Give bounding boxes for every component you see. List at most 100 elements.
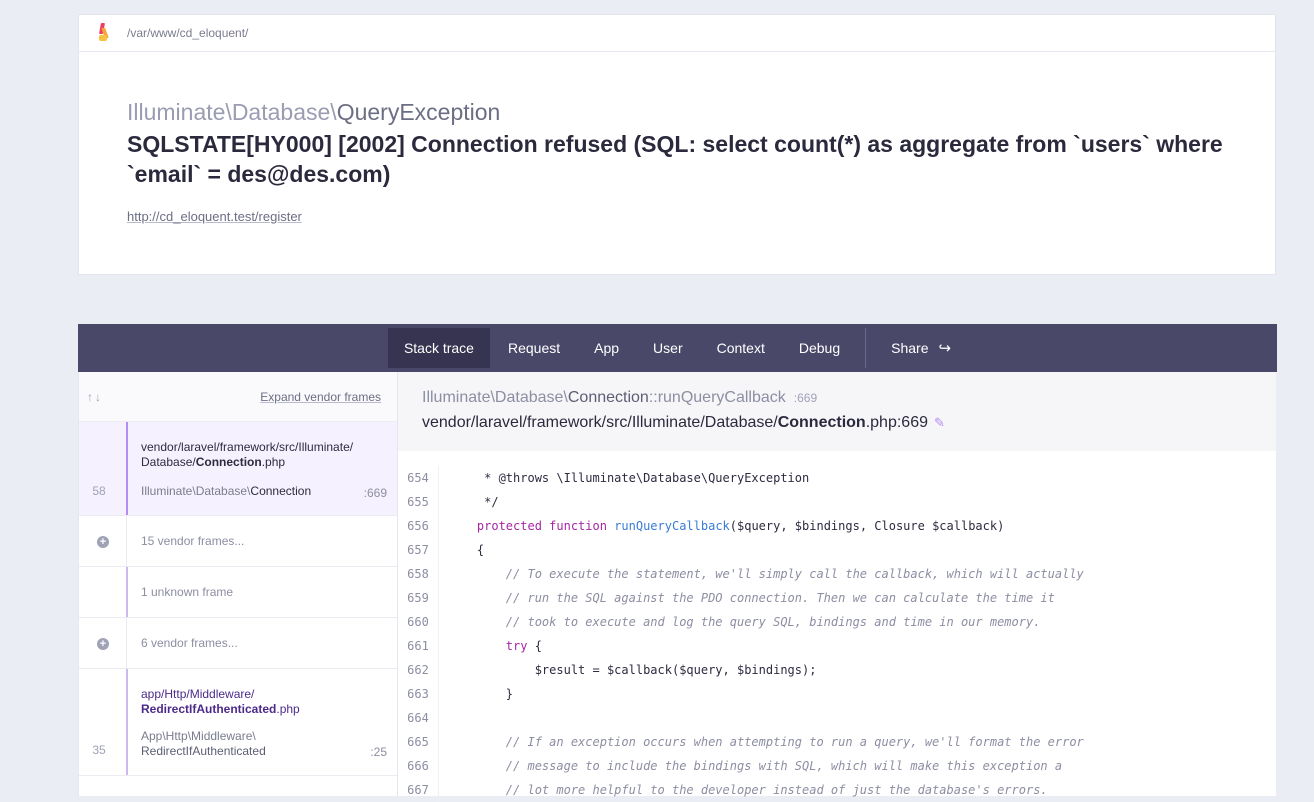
line-number: 658	[407, 567, 429, 581]
frame-file-path: app/Http/Middleware/ RedirectIfAuthentic…	[141, 687, 300, 717]
frame-file-ext: .php	[261, 455, 286, 469]
frame-file-ext: .php	[276, 702, 300, 716]
code-line: 666 // message to include the bindings w…	[398, 754, 1276, 778]
code-text: // message to include the bindings with …	[448, 759, 1063, 773]
code-line: 655 */	[398, 490, 1276, 514]
code-text: protected function runQueryCallback($que…	[476, 519, 1005, 533]
frame-method: Illuminate\Database\Connection::runQuery…	[422, 389, 1276, 407]
frame-marker	[126, 516, 127, 566]
line-number: 665	[407, 735, 429, 749]
detail-class-namespace: Illuminate\Database\	[422, 389, 568, 406]
code-text: * @throws \Illuminate\Database\QueryExce…	[448, 471, 810, 485]
frame-class-name: Connection	[250, 484, 312, 498]
code-line: 663 }	[398, 682, 1276, 706]
keyword: protected function	[476, 519, 607, 533]
line-number: 659	[407, 591, 429, 605]
tab-context[interactable]: Context	[701, 328, 781, 368]
detail-file-dir: vendor/laravel/framework/src/Illuminate/…	[422, 414, 778, 431]
frame-class: App\Http\Middleware\ RedirectIfAuthentic…	[141, 729, 266, 759]
frame-class-namespace: App\Http\Middleware\	[141, 729, 256, 743]
frame-marker	[126, 618, 127, 668]
code-gutter	[438, 466, 439, 802]
line-number: 654	[407, 471, 429, 485]
code-line: 654 * @throws \Illuminate\Database\Query…	[398, 466, 1276, 490]
tab-bar: Stack trace Request App User Context Deb…	[78, 324, 1277, 372]
expand-plus-icon: +	[97, 536, 109, 548]
frame-class-namespace: Illuminate\Database\	[141, 484, 251, 498]
frame-path-dir: Database/	[141, 455, 196, 469]
code-line: 659 // run the SQL against the PDO conne…	[398, 586, 1276, 610]
exception-title: Illuminate\Database\QueryException	[127, 99, 500, 126]
frame-class: Illuminate\Database\Connection	[141, 484, 311, 499]
line-number: 667	[407, 783, 429, 797]
line-number: 666	[407, 759, 429, 773]
tab-debug[interactable]: Debug	[783, 328, 856, 368]
frame-path-line1: app/Http/Middleware/	[141, 687, 255, 701]
line-number: 661	[407, 639, 429, 653]
code-line: 662 $result = $callback($query, $binding…	[398, 658, 1276, 682]
share-arrow-icon: ↪	[938, 340, 952, 357]
vendor-frames-label: 6 vendor frames...	[141, 636, 238, 650]
frame-detail-header: Illuminate\Database\Connection::runQuery…	[398, 372, 1276, 451]
code-line: 657 {	[398, 538, 1276, 562]
stack-frame-selected[interactable]: vendor/laravel/framework/src/Illuminate/…	[79, 422, 397, 516]
code-line: 660 // took to execute and log the query…	[398, 610, 1276, 634]
frame-file-name: Connection	[195, 455, 262, 469]
exception-class: QueryException	[336, 99, 501, 125]
code-line: 658 // To execute the statement, we'll s…	[398, 562, 1276, 586]
code-text: try {	[505, 639, 542, 653]
frame-line-number: :25	[370, 745, 387, 759]
tab-user[interactable]: User	[637, 328, 699, 368]
frame-file-name: RedirectIfAuthenticated	[141, 702, 277, 716]
tab-app[interactable]: App	[578, 328, 635, 368]
code-text: $result = $callback($query, $bindings);	[448, 663, 817, 677]
line-number: 662	[407, 663, 429, 677]
frame-marker	[126, 567, 128, 617]
frame-marker	[126, 669, 128, 775]
code-text: }	[448, 687, 514, 701]
code-snippet: 654 * @throws \Illuminate\Database\Query…	[398, 466, 1276, 802]
detail-class-name: Connection	[567, 389, 649, 406]
ignition-logo-icon	[97, 23, 111, 43]
detail-line: :669	[793, 391, 818, 405]
stack-frame-app[interactable]: app/Http/Middleware/ RedirectIfAuthentic…	[79, 669, 397, 776]
vendor-frames-group[interactable]: + 15 vendor frames...	[79, 516, 397, 567]
frame-file-path: vendor/laravel/framework/src/Illuminate/…	[141, 440, 353, 470]
sidebar-header: ↑↓ Expand vendor frames	[79, 372, 397, 422]
line-number: 657	[407, 543, 429, 557]
code-text: // If an exception occurs when attemptin…	[448, 735, 1084, 749]
line-number: 664	[407, 711, 429, 725]
code-text: */	[448, 495, 499, 509]
error-summary-card: /var/www/cd_eloquent/ Illuminate\Databas…	[78, 14, 1276, 275]
expand-vendor-frames-link[interactable]: Expand vendor frames	[260, 390, 381, 404]
tab-request[interactable]: Request	[492, 328, 576, 368]
share-label: Share	[891, 340, 929, 356]
code-text: {	[448, 543, 485, 557]
vendor-frames-group[interactable]: + 6 vendor frames...	[79, 618, 397, 669]
expand-plus-icon: +	[97, 638, 109, 650]
tab-share[interactable]: Share ↪	[875, 328, 967, 368]
detail-method: ::runQueryCallback	[648, 389, 786, 406]
line-number: 655	[407, 495, 429, 509]
request-url-link[interactable]: http://cd_eloquent.test/register	[127, 209, 302, 224]
code-line: 665 // If an exception occurs when attem…	[398, 730, 1276, 754]
tab-divider	[865, 328, 867, 368]
code-line: 667 // lot more helpful to the developer…	[398, 778, 1276, 802]
detail-file-ext: .php:669	[865, 414, 928, 431]
frame-path-line1: vendor/laravel/framework/src/Illuminate/	[141, 440, 354, 454]
code-text: // run the SQL against the PDO connectio…	[448, 591, 1055, 605]
frame-number: 58	[92, 484, 106, 498]
stack-frames-sidebar: ↑↓ Expand vendor frames vendor/laravel/f…	[78, 372, 398, 796]
code-line: 656 protected function runQueryCallback(…	[398, 514, 1276, 538]
unknown-frame[interactable]: 1 unknown frame	[79, 567, 397, 618]
frame-navigation-arrows-icon[interactable]: ↑↓	[87, 390, 103, 404]
exception-namespace: Illuminate\Database\	[127, 99, 337, 125]
tab-stack-trace[interactable]: Stack trace	[387, 328, 490, 368]
edit-pencil-icon[interactable]: ✎	[934, 415, 945, 430]
keyword: try	[505, 639, 528, 653]
frame-class-name: RedirectIfAuthenticated	[141, 744, 266, 758]
frame-line-number: :669	[363, 486, 387, 500]
code-text: // lot more helpful to the developer ins…	[448, 783, 1048, 797]
code-text: // took to execute and log the query SQL…	[448, 615, 1041, 629]
